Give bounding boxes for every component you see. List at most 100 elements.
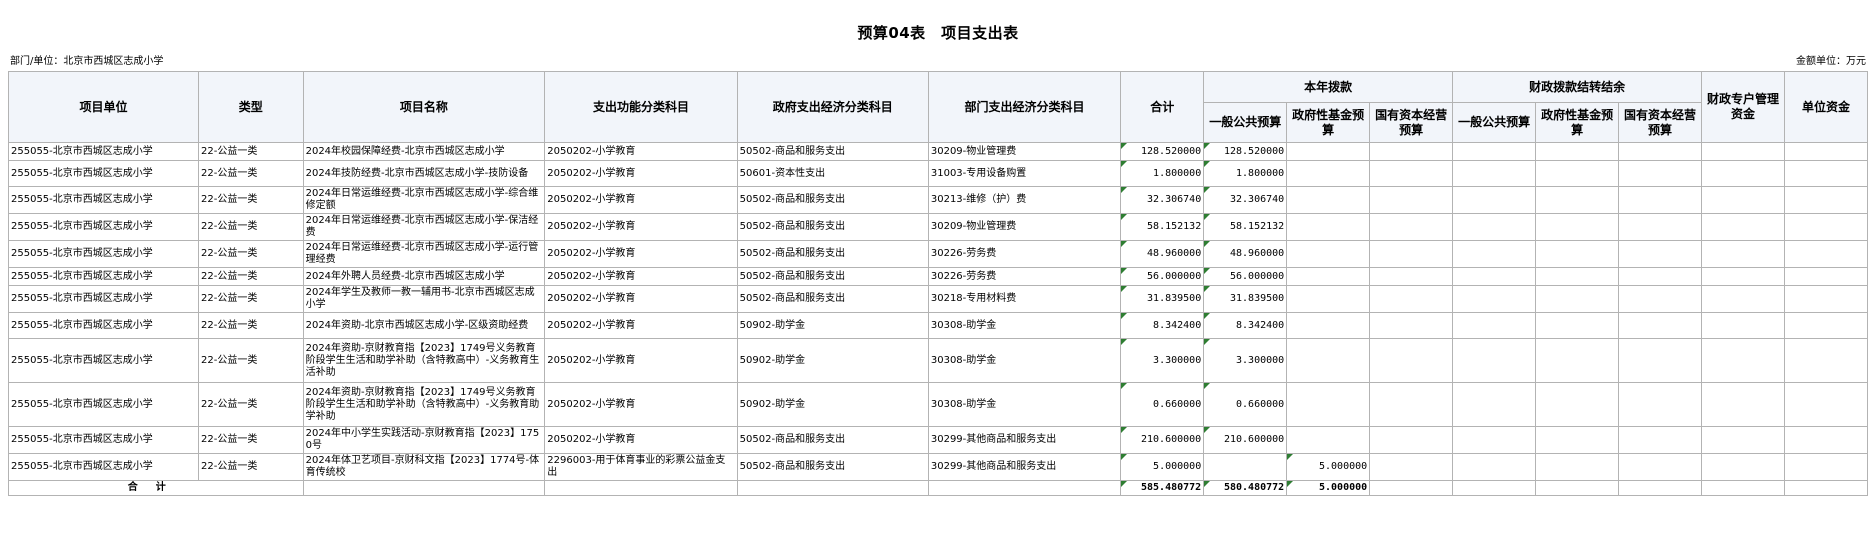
cell-total: 128.520000 xyxy=(1120,142,1205,161)
cell-name: 2024年外聘人员经费-北京市西城区志成小学 xyxy=(302,267,546,286)
cell-unit: 255055-北京市西城区志成小学 xyxy=(8,160,199,187)
cell xyxy=(927,480,1122,496)
cell-fund xyxy=(1286,186,1371,214)
cell xyxy=(736,480,929,496)
cell-soe xyxy=(1369,453,1454,481)
cell-soe xyxy=(1369,240,1454,268)
cell-general: 0.660000 xyxy=(1203,382,1288,427)
cell xyxy=(302,480,546,496)
cell-carry-fund xyxy=(1535,312,1620,339)
cell xyxy=(1369,480,1454,496)
cell-gov-econ: 50902-助学金 xyxy=(736,338,929,383)
header-current: 本年拨款 xyxy=(1203,71,1454,103)
cell-carry-general xyxy=(1452,382,1537,427)
cell-carry-soe xyxy=(1618,312,1703,339)
header-name: 项目名称 xyxy=(302,71,546,143)
cell xyxy=(544,480,738,496)
cell xyxy=(1535,480,1620,496)
cell-func: 2050202-小学教育 xyxy=(544,338,738,383)
cell-special xyxy=(1701,160,1785,187)
cell-fund xyxy=(1286,142,1371,161)
cell-dept-econ: 30299-其他商品和服务支出 xyxy=(927,453,1122,481)
cell-soe xyxy=(1369,267,1454,286)
table-row: 255055-北京市西城区志成小学 22-公益一类 2024年日常运维经费-北京市西… xyxy=(8,240,1868,268)
cell-dept-econ: 31003-专用设备购置 xyxy=(927,160,1122,187)
totals-label: 合计 xyxy=(8,480,304,496)
cell-carry-fund xyxy=(1535,160,1620,187)
cell-total: 32.306740 xyxy=(1120,186,1205,214)
cell-unit: 255055-北京市西城区志成小学 xyxy=(8,213,199,241)
cell-type: 22-公益一类 xyxy=(197,285,304,313)
header-gov-econ: 政府支出经济分类科目 xyxy=(736,71,929,143)
cell-total: 0.660000 xyxy=(1120,382,1205,427)
cell-carry-fund xyxy=(1535,213,1620,241)
cell-unit: 255055-北京市西城区志成小学 xyxy=(8,453,199,481)
cell-carry-fund xyxy=(1535,142,1620,161)
cell-dept-econ: 30218-专用材料费 xyxy=(927,285,1122,313)
cell-unit: 255055-北京市西城区志成小学 xyxy=(8,312,199,339)
cell-total: 5.000000 xyxy=(1120,453,1205,481)
header-fund: 政府性基金预算 xyxy=(1286,102,1371,143)
cell-gov-econ: 50502-商品和服务支出 xyxy=(736,240,929,268)
cell-carry-general xyxy=(1452,160,1537,187)
cell-gov-econ: 50502-商品和服务支出 xyxy=(736,213,929,241)
cell xyxy=(1701,480,1785,496)
cell-dept-econ: 30308-助学金 xyxy=(927,338,1122,383)
cell-fund xyxy=(1286,426,1371,454)
cell-soe xyxy=(1369,186,1454,214)
header-total: 合计 xyxy=(1120,71,1205,143)
cell-self xyxy=(1784,186,1868,214)
cell-unit: 255055-北京市西城区志成小学 xyxy=(8,186,199,214)
cell-type: 22-公益一类 xyxy=(197,382,304,427)
cell-type: 22-公益一类 xyxy=(197,338,304,383)
cell-unit: 255055-北京市西城区志成小学 xyxy=(8,338,199,383)
cell-func: 2050202-小学教育 xyxy=(544,312,738,339)
cell-dept-econ: 30226-劳务费 xyxy=(927,267,1122,286)
cell-type: 22-公益一类 xyxy=(197,240,304,268)
cell-special xyxy=(1701,338,1785,383)
cell-fund xyxy=(1286,285,1371,313)
cell-total: 8.342400 xyxy=(1120,312,1205,339)
cell-name: 2024年资助-北京市西城区志成小学-区级资助经费 xyxy=(302,312,546,339)
cell-carry-soe xyxy=(1618,426,1703,454)
cell-func: 2296003-用于体育事业的彩票公益金支出 xyxy=(544,453,738,481)
header-carry: 财政拨款结转结余 xyxy=(1452,71,1703,103)
cell-self xyxy=(1784,338,1868,383)
header-dept-econ: 部门支出经济分类科目 xyxy=(927,71,1122,143)
cell-fund: 5.000000 xyxy=(1286,453,1371,481)
cell-total: 58.152132 xyxy=(1120,213,1205,241)
cell-dept-econ: 30308-助学金 xyxy=(927,382,1122,427)
cell-gov-econ: 50502-商品和服务支出 xyxy=(736,426,929,454)
table-row: 255055-北京市西城区志成小学 22-公益一类 2024年日常运维经费-北京市西… xyxy=(8,186,1868,214)
cell-fund xyxy=(1286,312,1371,339)
cell-type: 22-公益一类 xyxy=(197,312,304,339)
cell-name: 2024年资助-京财教育指【2023】1749号义务教育阶段学生生活和助学补助（… xyxy=(302,338,546,383)
cell-carry-general xyxy=(1452,186,1537,214)
cell-gov-econ: 50502-商品和服务支出 xyxy=(736,453,929,481)
cell-gov-econ: 50502-商品和服务支出 xyxy=(736,142,929,161)
cell-carry-soe xyxy=(1618,160,1703,187)
header-carry-soe: 国有资本经营预算 xyxy=(1618,102,1703,143)
cell-func: 2050202-小学教育 xyxy=(544,285,738,313)
cell-carry-general xyxy=(1452,453,1537,481)
cell-general: 128.520000 xyxy=(1203,142,1288,161)
table-row: 255055-北京市西城区志成小学 22-公益一类 2024年资助-北京市西城区志成… xyxy=(8,312,1868,339)
cell-carry-general xyxy=(1452,267,1537,286)
cell-special xyxy=(1701,312,1785,339)
cell-self xyxy=(1784,426,1868,454)
header-unit: 项目单位 xyxy=(8,71,199,143)
cell-self xyxy=(1784,267,1868,286)
cell-soe xyxy=(1369,142,1454,161)
cell-self xyxy=(1784,142,1868,161)
cell-type: 22-公益一类 xyxy=(197,160,304,187)
cell-carry-fund xyxy=(1535,285,1620,313)
cell-soe xyxy=(1369,426,1454,454)
cell-self xyxy=(1784,285,1868,313)
cell-gov-econ: 50902-助学金 xyxy=(736,312,929,339)
cell-unit: 255055-北京市西城区志成小学 xyxy=(8,142,199,161)
cell-name: 2024年体卫艺项目-京财科文指【2023】1774号-体育传统校 xyxy=(302,453,546,481)
totals-total: 585.480772 xyxy=(1120,480,1205,496)
cell-carry-fund xyxy=(1535,240,1620,268)
cell-gov-econ: 50502-商品和服务支出 xyxy=(736,186,929,214)
cell-self xyxy=(1784,312,1868,339)
